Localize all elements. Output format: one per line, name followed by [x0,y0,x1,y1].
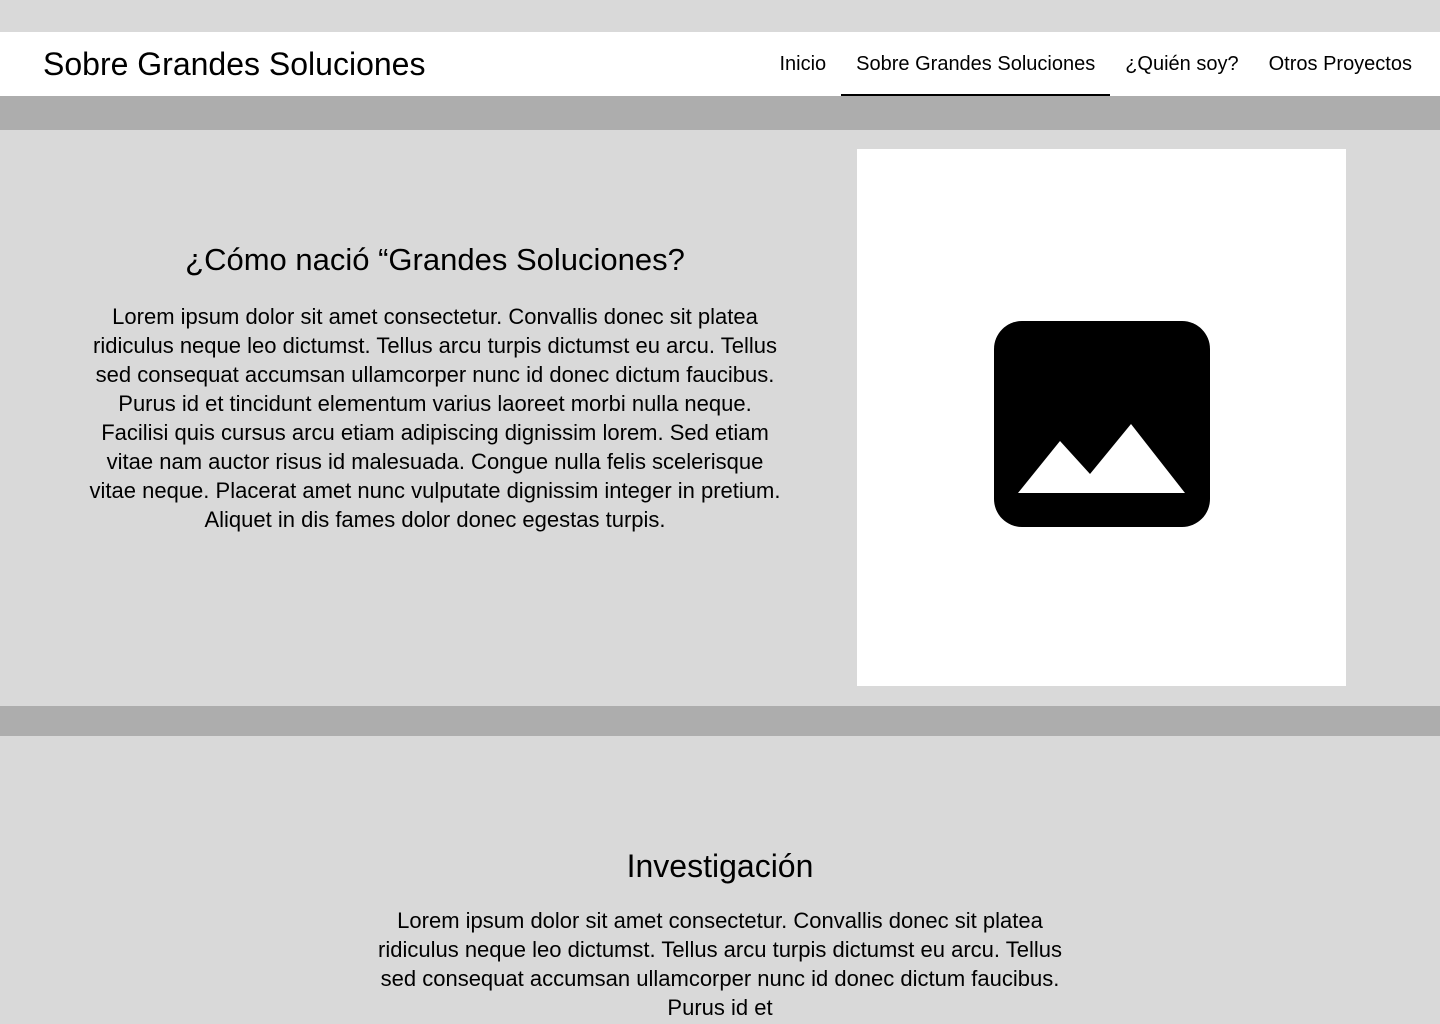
origin-section: ¿Cómo nació “Grandes Soluciones? Lorem i… [0,130,1440,706]
research-section: Investigación Lorem ipsum dolor sit amet… [0,736,1440,1024]
nav-item-sobre-grandes-soluciones[interactable]: Sobre Grandes Soluciones [841,32,1111,96]
site-header: Sobre Grandes Soluciones Inicio Sobre Gr… [0,32,1440,96]
research-heading: Investigación [626,848,814,884]
research-text-block: Investigación Lorem ipsum dolor sit amet… [370,846,1070,1022]
main-nav: Inicio Sobre Grandes Soluciones ¿Quién s… [764,32,1440,96]
section-divider [0,96,1440,130]
image-placeholder-icon [994,321,1210,527]
nav-item-otros-proyectos[interactable]: Otros Proyectos [1254,32,1440,96]
image-placeholder [857,149,1346,686]
nav-item-quien-soy[interactable]: ¿Quién soy? [1110,32,1253,96]
origin-text-block: ¿Cómo nació “Grandes Soluciones? Lorem i… [88,240,782,534]
origin-heading: ¿Cómo nació “Grandes Soluciones? [185,242,685,277]
nav-item-inicio[interactable]: Inicio [764,32,841,96]
research-paragraph: Lorem ipsum dolor sit amet consectetur. … [378,908,1062,1020]
origin-paragraph: Lorem ipsum dolor sit amet consectetur. … [89,304,781,532]
section-divider [0,706,1440,736]
top-strip [0,0,1440,32]
site-title: Sobre Grandes Soluciones [43,46,426,82]
